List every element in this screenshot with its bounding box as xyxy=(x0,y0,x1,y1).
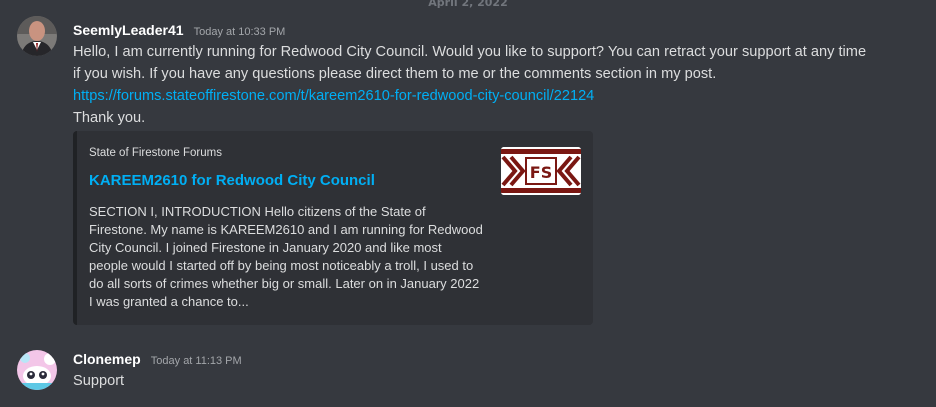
avatar-seemlyleader41[interactable] xyxy=(17,16,57,56)
embed-title-link[interactable]: KAREEM2610 for Redwood City Council xyxy=(89,172,375,189)
username[interactable]: Clonemep xyxy=(73,351,141,367)
timestamp[interactable]: Today at 10:33 PM xyxy=(194,26,286,38)
message-text-line: Support xyxy=(73,373,125,389)
embed-description-line: SECTION I, INTRODUCTION Hello citizens o… xyxy=(89,204,426,219)
embed-provider[interactable]: State of Firestone Forums xyxy=(89,147,222,159)
username[interactable]: SeemlyLeader41 xyxy=(73,22,184,38)
embed-description-line: I was granted a chance to... xyxy=(89,294,249,309)
embed-description: SECTION I, INTRODUCTION Hello citizens o… xyxy=(89,203,489,311)
forum-post-link[interactable]: https://forums.stateoffirestone.com/t/ka… xyxy=(73,88,594,104)
date-divider-label: April 2, 2022 xyxy=(422,0,514,9)
link-embed: State of Firestone Forums KAREEM2610 for… xyxy=(73,131,593,325)
message-text-line: if you wish. If you have any questions p… xyxy=(73,66,717,82)
avatar-clonemep[interactable] xyxy=(17,350,57,390)
embed-description-line: do all sorts of crimes whether big or sm… xyxy=(89,276,480,291)
embed-description-line: Firestone. My name is KAREEM2610 and I a… xyxy=(89,222,483,237)
embed-description-line: people would I started off by being most… xyxy=(89,258,474,273)
timestamp[interactable]: Today at 11:13 PM xyxy=(151,355,242,367)
embed-description-line: City Council. I joined Firestone in Janu… xyxy=(89,240,442,255)
embed-thumbnail[interactable]: FS xyxy=(501,147,581,195)
message-text-line: Hello, I am currently running for Redwoo… xyxy=(73,44,867,60)
date-divider: April 2, 2022 xyxy=(0,0,936,9)
message-text-line: Thank you. xyxy=(73,110,146,126)
thumbnail-logo-text: FS xyxy=(530,163,552,182)
